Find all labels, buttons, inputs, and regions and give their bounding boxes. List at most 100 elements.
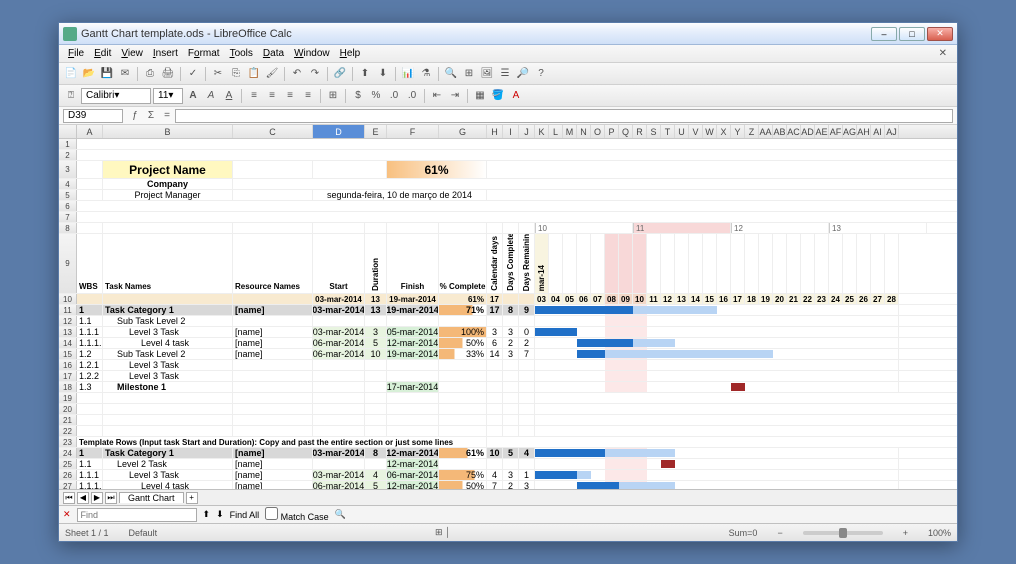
- cell[interactable]: [233, 393, 313, 403]
- cell[interactable]: [439, 223, 487, 233]
- find-options-icon[interactable]: 🔍: [335, 509, 346, 520]
- col-header-AE[interactable]: AE: [815, 125, 829, 138]
- cell[interactable]: 14: [487, 349, 503, 359]
- row-header-19[interactable]: 19: [59, 393, 77, 403]
- cell[interactable]: [519, 316, 535, 326]
- find-input[interactable]: [77, 508, 197, 522]
- cell[interactable]: 25: [843, 294, 857, 304]
- menu-window[interactable]: Window: [289, 48, 335, 59]
- row-header-14[interactable]: 14: [59, 338, 77, 348]
- cell[interactable]: 1.1.1.1: [77, 481, 103, 489]
- cell[interactable]: 26: [857, 294, 871, 304]
- zoom-out-icon[interactable]: −: [777, 528, 782, 538]
- chart-icon[interactable]: 📊: [400, 66, 416, 82]
- cell[interactable]: % Complete: [439, 234, 487, 293]
- percent-icon[interactable]: %: [368, 88, 384, 104]
- cell[interactable]: 10: [365, 349, 387, 359]
- cell[interactable]: [487, 459, 503, 469]
- email-icon[interactable]: ✉: [117, 66, 133, 82]
- redo-icon[interactable]: ↷: [307, 66, 323, 82]
- close-find-icon[interactable]: ✕: [63, 509, 71, 520]
- col-header-R[interactable]: R: [633, 125, 647, 138]
- cell[interactable]: 04: [549, 294, 563, 304]
- cell[interactable]: [503, 223, 519, 233]
- menu-edit[interactable]: Edit: [89, 48, 116, 59]
- spell-icon[interactable]: ✓: [185, 66, 201, 82]
- cell[interactable]: [519, 426, 535, 436]
- gallery-icon[interactable]: 🖼: [479, 66, 495, 82]
- col-header-T[interactable]: T: [661, 125, 675, 138]
- find-all-button[interactable]: Find All: [230, 510, 260, 520]
- cell[interactable]: [387, 316, 439, 326]
- cell[interactable]: WBS: [77, 234, 103, 293]
- col-header-X[interactable]: X: [717, 125, 731, 138]
- align-center-icon[interactable]: ≡: [264, 88, 280, 104]
- cell[interactable]: 7: [519, 349, 535, 359]
- cut-icon[interactable]: ✂: [210, 66, 226, 82]
- cell[interactable]: 1: [519, 470, 535, 480]
- col-header-C[interactable]: C: [233, 125, 313, 138]
- cell[interactable]: [439, 360, 487, 370]
- cell[interactable]: [233, 316, 313, 326]
- cell[interactable]: 12: [731, 223, 829, 233]
- cell[interactable]: [313, 316, 365, 326]
- cell[interactable]: [647, 234, 661, 293]
- sort-asc-icon[interactable]: ⬆: [357, 66, 373, 82]
- cell[interactable]: 06-mar-2014: [313, 481, 365, 489]
- cell[interactable]: 2: [519, 338, 535, 348]
- close-doc-button[interactable]: ✕: [933, 48, 953, 59]
- cell[interactable]: [233, 404, 313, 414]
- cell[interactable]: [387, 371, 439, 381]
- cell[interactable]: [549, 234, 563, 293]
- col-header-P[interactable]: P: [605, 125, 619, 138]
- menu-file[interactable]: File: [63, 48, 89, 59]
- col-header-G[interactable]: G: [439, 125, 487, 138]
- cell[interactable]: [77, 393, 103, 403]
- datasource-icon[interactable]: ☰: [497, 66, 513, 82]
- cell[interactable]: [387, 393, 439, 403]
- italic-icon[interactable]: A: [203, 88, 219, 104]
- cell[interactable]: [703, 234, 717, 293]
- cell[interactable]: [233, 223, 313, 233]
- cell[interactable]: [365, 426, 387, 436]
- accept-icon[interactable]: =: [159, 108, 175, 124]
- row-header-17[interactable]: 17: [59, 371, 77, 381]
- cell[interactable]: [313, 382, 365, 392]
- cell[interactable]: [519, 371, 535, 381]
- cell[interactable]: [439, 415, 487, 425]
- cell[interactable]: [439, 393, 487, 403]
- cell[interactable]: 22: [801, 294, 815, 304]
- cell[interactable]: 06-mar-2014: [313, 349, 365, 359]
- fx-icon[interactable]: ƒ: [127, 108, 143, 124]
- cell[interactable]: Milestone 1: [103, 382, 233, 392]
- cell[interactable]: [233, 371, 313, 381]
- cell[interactable]: [605, 234, 619, 293]
- cell[interactable]: 10: [633, 294, 647, 304]
- col-header-AH[interactable]: AH: [857, 125, 871, 138]
- zoom-in-icon[interactable]: +: [903, 528, 908, 538]
- cell[interactable]: [name]: [233, 459, 313, 469]
- sort-desc-icon[interactable]: ⬇: [375, 66, 391, 82]
- col-header-B[interactable]: B: [103, 125, 233, 138]
- cell[interactable]: [313, 360, 365, 370]
- cell[interactable]: 0: [519, 327, 535, 337]
- cell[interactable]: [233, 415, 313, 425]
- row-header-23[interactable]: 23: [59, 437, 77, 447]
- name-box[interactable]: D39: [63, 109, 123, 123]
- col-header-L[interactable]: L: [549, 125, 563, 138]
- cell[interactable]: 6: [487, 338, 503, 348]
- row-header-9[interactable]: 9: [59, 234, 77, 293]
- cell[interactable]: 17: [487, 305, 503, 315]
- decimal-add-icon[interactable]: .0: [386, 88, 402, 104]
- cell[interactable]: [233, 426, 313, 436]
- cell[interactable]: [519, 223, 535, 233]
- cell[interactable]: [731, 234, 745, 293]
- cell[interactable]: [77, 404, 103, 414]
- col-header-AA[interactable]: AA: [759, 125, 773, 138]
- cell[interactable]: [365, 360, 387, 370]
- cell[interactable]: Task Names: [103, 234, 233, 293]
- cell[interactable]: [439, 382, 487, 392]
- cell[interactable]: 23: [815, 294, 829, 304]
- row-header-1[interactable]: 1: [59, 139, 77, 149]
- cell[interactable]: 1.1.1: [77, 470, 103, 480]
